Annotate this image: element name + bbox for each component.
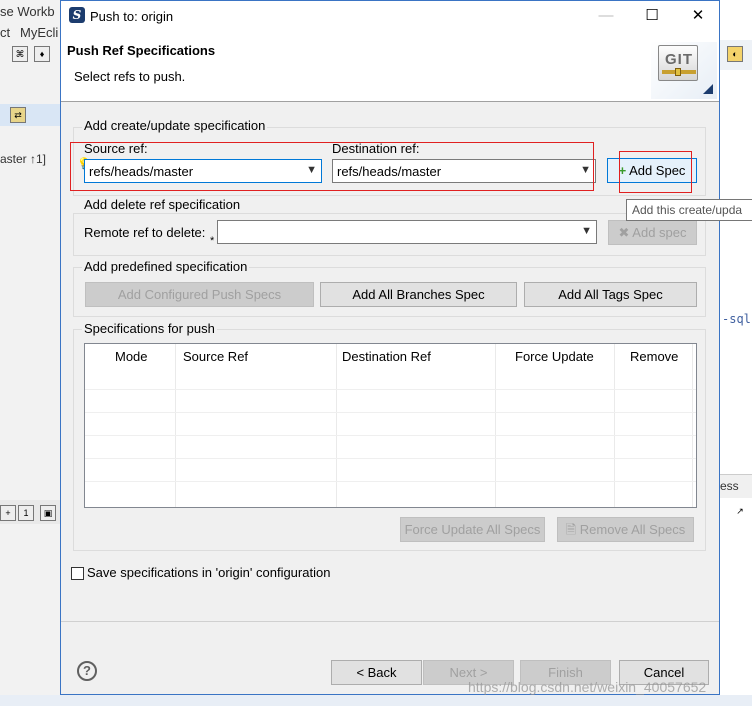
column-divider — [495, 344, 496, 507]
column-divider — [692, 344, 693, 507]
add-delete-spec-label: Add spec — [632, 225, 687, 240]
sync-icon[interactable]: ⇄ — [10, 107, 26, 123]
dialog-title: Push to: origin — [90, 9, 174, 24]
git-logo-text: GIT — [665, 51, 693, 68]
close-button[interactable]: ✕ — [675, 1, 721, 32]
column-header-mode[interactable]: Mode — [115, 344, 148, 389]
button-bar-divider — [61, 621, 719, 622]
toolbar-icon[interactable]: ⌘ — [12, 46, 28, 62]
help-icon[interactable]: ? — [77, 661, 97, 681]
specs-group-label: Specifications for push — [82, 321, 217, 336]
remove-all-specs-label: Remove All Specs — [579, 522, 686, 537]
watermark: https://blog.csdn.net/weixin_40057652 — [468, 679, 707, 695]
save-specs-checkbox-label[interactable]: Save specifications in 'origin' configur… — [87, 565, 330, 580]
delete-icon: ✖ — [618, 225, 630, 240]
workbench-right-area — [720, 0, 752, 706]
add-spec-tooltip: Add this create/upda — [626, 199, 752, 221]
highlight-annotation — [70, 142, 594, 191]
back-button[interactable]: < Back — [331, 660, 422, 685]
column-header-force-update[interactable]: Force Update — [515, 344, 594, 389]
remote-ref-combo[interactable]: ▼ — [217, 220, 597, 244]
egit-icon: S — [69, 7, 85, 23]
column-header-source-ref[interactable]: Source Ref — [183, 344, 248, 389]
column-header-remove[interactable]: Remove — [630, 344, 678, 389]
right-view-tab[interactable]: ess — [720, 479, 739, 493]
wizard-header: Push Ref Specifications Select refs to p… — [61, 32, 719, 102]
required-marker: * — [210, 235, 215, 247]
specs-table[interactable]: Mode Source Ref Destination Ref Force Up… — [84, 343, 697, 508]
workbench-menu-fragment[interactable]: ct — [0, 25, 10, 40]
highlight-annotation — [619, 151, 692, 193]
fit-icon[interactable]: ▣ — [40, 505, 56, 521]
minimize-button[interactable]: — — [583, 1, 629, 32]
column-divider — [336, 344, 337, 507]
add-all-tags-spec-button[interactable]: Add All Tags Spec — [524, 282, 697, 307]
remove-all-specs-button[interactable]: 🗎 Remove All Specs — [557, 517, 694, 542]
table-row — [85, 481, 696, 482]
force-update-all-specs-button[interactable]: Force Update All Specs — [400, 517, 545, 542]
add-configured-push-specs-button[interactable]: Add Configured Push Specs — [85, 282, 314, 307]
toolbar-icon[interactable]: ♦ — [34, 46, 50, 62]
remote-ref-label: Remote ref to delete: — [84, 225, 206, 240]
table-row — [85, 458, 696, 459]
git-logo-icon: GIT — [651, 42, 717, 99]
branch-indicator: aster ↑1] — [0, 152, 47, 166]
column-divider — [614, 344, 615, 507]
dialog-titlebar: S Push to: origin — ☐ ✕ — [61, 1, 719, 32]
save-specs-checkbox[interactable] — [71, 567, 84, 580]
workbench-view-toolbar — [0, 104, 60, 126]
column-header-destination-ref[interactable]: Destination Ref — [342, 344, 431, 389]
push-dialog: S Push to: origin — ☐ ✕ Push Ref Specifi… — [60, 0, 720, 695]
wizard-page-description: Select refs to push. — [74, 69, 186, 84]
table-row — [85, 389, 696, 390]
table-row — [85, 412, 696, 413]
wizard-page-title: Push Ref Specifications — [67, 43, 216, 58]
perspective-icon[interactable]: ◐ — [727, 46, 743, 62]
add-delete-spec-button[interactable]: ✖ Add spec — [608, 220, 697, 245]
add-all-branches-spec-button[interactable]: Add All Branches Spec — [320, 282, 517, 307]
add-delete-group-label: Add delete ref specification — [82, 197, 243, 212]
workbench-menu-myeclipse[interactable]: MyEcli — [20, 25, 58, 40]
chevron-down-icon[interactable]: ▼ — [581, 225, 592, 237]
zoom-100-icon[interactable]: 1 — [18, 505, 34, 521]
workbench-title-fragment: se Workb — [0, 4, 55, 19]
open-icon[interactable]: ↗ — [732, 504, 748, 520]
editor-code-fragment: -sql: — [722, 312, 752, 326]
workbench-status-bar — [0, 695, 752, 706]
remove-icon: 🗎 — [565, 522, 577, 537]
maximize-button[interactable]: ☐ — [629, 1, 675, 32]
table-row — [85, 435, 696, 436]
column-divider — [175, 344, 176, 507]
zoom-in-icon[interactable]: + — [0, 505, 16, 521]
predefined-group-label: Add predefined specification — [82, 259, 250, 274]
add-create-group-label: Add create/update specification — [82, 118, 268, 133]
